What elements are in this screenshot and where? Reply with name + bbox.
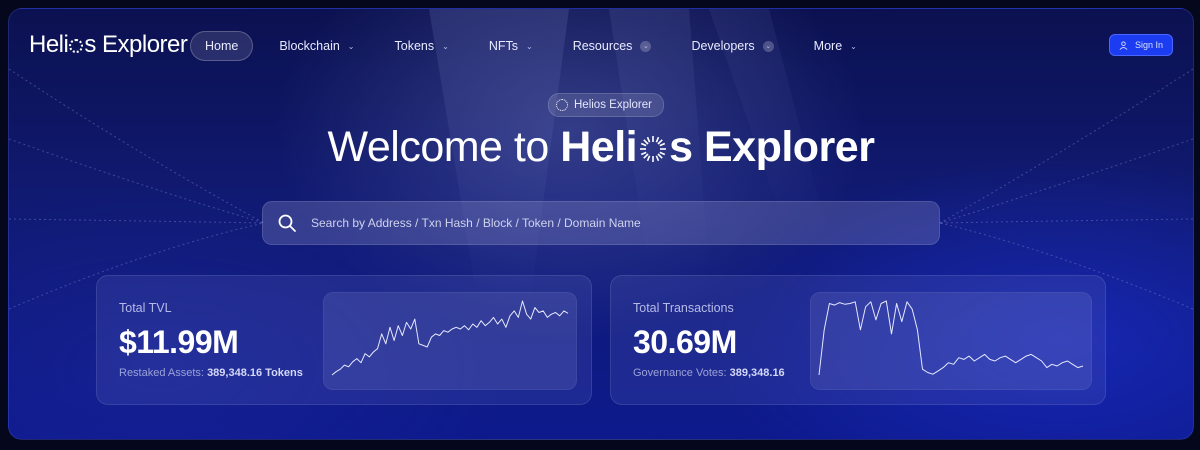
transactions-sparkline — [810, 292, 1092, 390]
search-bar[interactable] — [262, 201, 940, 245]
nav-more[interactable]: More ⌄ — [800, 31, 871, 61]
transactions-sparkline-chart — [818, 300, 1084, 376]
chevron-down-icon: ⌄ — [640, 40, 652, 52]
nav-home-label: Home — [205, 39, 239, 53]
sign-in-button[interactable]: Sign In — [1109, 34, 1173, 56]
tvl-value: $11.99M — [119, 324, 239, 360]
nav-nfts[interactable]: NFTs ⌄ — [475, 31, 547, 61]
chevron-down-icon: ⌄ — [762, 40, 774, 52]
search-icon — [278, 214, 296, 232]
nav-home[interactable]: Home — [190, 31, 254, 61]
page-frame: Heli s Explorer Home Blockchain ⌄ Tokens… — [8, 8, 1194, 440]
transactions-label: Total Transactions — [633, 301, 734, 315]
title-prefix: Welcome to — [327, 123, 561, 171]
tvl-sub-label: Restaked Assets: — [119, 367, 204, 379]
sun-logo-icon — [556, 99, 568, 111]
nav-more-label: More — [813, 39, 843, 53]
sun-logo-icon — [640, 136, 667, 162]
nav-developers-label: Developers — [691, 39, 755, 53]
sun-logo-icon — [69, 39, 84, 53]
nav-developers[interactable]: Developers ⌄ — [677, 31, 787, 61]
tvl-card: Total TVL $11.99M Restaked Assets: 389,3… — [96, 275, 592, 405]
brand-name-part-2: s Explorer — [84, 31, 188, 58]
transactions-sub-label: Governance Votes: — [633, 367, 727, 379]
chevron-down-icon: ⌄ — [525, 41, 533, 51]
transactions-sub-value: 389,348.16 — [729, 367, 785, 379]
transactions-value: 30.69M — [633, 324, 737, 360]
tvl-sparkline-line — [331, 300, 569, 376]
tvl-label: Total TVL — [119, 301, 172, 315]
search-input[interactable] — [309, 215, 939, 231]
top-nav: Heli s Explorer Home Blockchain ⌄ Tokens… — [9, 9, 1193, 79]
user-icon — [1119, 40, 1128, 50]
nav-resources-label: Resources — [572, 39, 633, 53]
transactions-sub: Governance Votes: 389,348.16 — [633, 367, 785, 379]
tvl-sub: Restaked Assets: 389,348.16 Tokens — [119, 367, 303, 379]
chevron-down-icon: ⌄ — [347, 41, 355, 51]
hero-badge: Helios Explorer — [548, 93, 664, 117]
nav-nfts-label: NFTs — [488, 39, 518, 53]
brand-name-part-1: Heli — [29, 31, 69, 58]
transactions-sparkline-line — [818, 300, 1084, 376]
main-menu: Home Blockchain ⌄ Tokens ⌄ NFTs ⌄ Resour… — [190, 31, 883, 61]
nav-blockchain[interactable]: Blockchain ⌄ — [265, 31, 368, 61]
nav-tokens[interactable]: Tokens ⌄ — [381, 31, 463, 61]
chevron-down-icon: ⌄ — [442, 41, 449, 51]
title-brand-part-2: s Explorer — [669, 123, 875, 171]
tvl-sparkline — [323, 292, 577, 390]
title-brand-part-1: Heli — [560, 123, 638, 171]
brand-logo[interactable]: Heli s Explorer — [29, 31, 188, 59]
nav-blockchain-label: Blockchain — [279, 39, 340, 53]
nav-tokens-label: Tokens — [394, 39, 435, 53]
hero-badge-label: Helios Explorer — [574, 99, 652, 111]
nav-resources[interactable]: Resources ⌄ — [559, 31, 666, 61]
sign-in-label: Sign In — [1134, 40, 1164, 50]
chevron-down-icon: ⌄ — [850, 41, 857, 51]
tvl-sub-value: 389,348.16 Tokens — [207, 367, 303, 379]
tvl-sparkline-chart — [331, 300, 569, 376]
transactions-card: Total Transactions 30.69M Governance Vot… — [610, 275, 1106, 405]
page-title: Welcome to Heli s Explorer — [9, 123, 1193, 172]
